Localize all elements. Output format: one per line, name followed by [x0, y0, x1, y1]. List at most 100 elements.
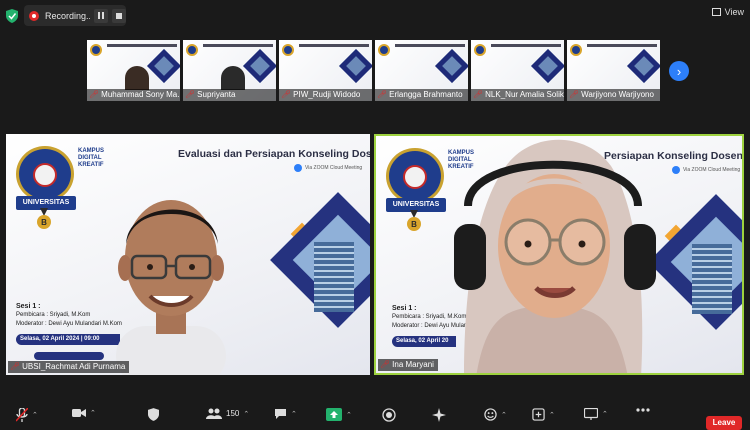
mic-muted-icon: 🎤︎ — [10, 362, 21, 371]
zoom-tag: Via ZOOM Cloud Meeting — [672, 166, 740, 174]
share-screen-button[interactable]: ⌃ — [326, 408, 352, 421]
accreditation-medal-icon: B — [407, 210, 421, 231]
security-button[interactable] — [148, 408, 159, 421]
participant-thumbnail[interactable]: 🎤︎ Muhammad Sony Ma... — [87, 40, 180, 101]
participant-thumbnail-strip: 🎤︎ Muhammad Sony Ma... 🎤︎ Supriyanta 🎤︎ PIW… — [87, 40, 662, 101]
video-tile-active-speaker[interactable]: UNIVERSITAS B KAMPUS DIGITAL KREATIF Per… — [374, 134, 744, 375]
more-button[interactable] — [636, 408, 650, 412]
recording-label: Recording... — [45, 10, 90, 21]
thumbnail-slide-title — [587, 44, 657, 47]
participant-video — [454, 139, 656, 373]
university-logo-icon — [16, 146, 74, 202]
audio-button[interactable]: ⌃ — [16, 408, 38, 422]
university-logo-icon — [386, 148, 444, 204]
top-bar: Recording... View — [0, 0, 750, 32]
participant-thumbnail[interactable]: 🎤︎ NLK_Nur Amalia Solik... — [471, 40, 564, 101]
apps-icon — [532, 408, 545, 421]
participants-count: 150 — [226, 409, 240, 418]
record-icon — [382, 408, 396, 422]
participant-thumbnail[interactable]: 🎤︎ Erlangga Brahmanto — [375, 40, 468, 101]
logo-inner — [33, 163, 57, 187]
chevron-up-icon[interactable]: ⌃ — [243, 410, 249, 418]
mic-muted-icon: 🎤︎ — [377, 90, 388, 99]
participant-name: 🎤︎ Erlangga Brahmanto — [375, 89, 468, 101]
grid-view-icon — [711, 8, 721, 16]
recording-dot-icon — [29, 10, 39, 21]
security-shield-icon[interactable] — [6, 9, 18, 23]
kampus-digital-kreatif-label: KAMPUS DIGITAL KREATIF — [78, 148, 105, 168]
mic-muted-icon: 🎤︎ — [89, 90, 100, 99]
participant-name-label: 🎤︎ UBSI_Rachmat Adi Purnama — [8, 361, 130, 373]
view-label: View — [724, 7, 744, 17]
participant-name: 🎤︎ Supriyanta — [183, 89, 276, 101]
chevron-up-icon[interactable]: ⌃ — [346, 411, 352, 419]
university-logo-icon — [90, 44, 102, 56]
recording-indicator: Recording... — [24, 5, 126, 26]
building-image — [692, 244, 732, 314]
smiley-icon — [484, 408, 497, 421]
building-image — [314, 242, 354, 312]
zoom-logo-icon — [294, 164, 302, 172]
whiteboard-button[interactable]: ⌃ — [584, 408, 608, 420]
social-links-bar — [34, 352, 104, 360]
mic-muted-icon: 🎤︎ — [380, 360, 391, 369]
participant-video — [221, 66, 245, 90]
leave-button[interactable]: Leave — [706, 416, 742, 430]
whiteboard-icon — [584, 408, 598, 420]
chevron-right-icon: › — [676, 63, 682, 79]
university-logo-icon — [474, 44, 486, 56]
university-logo-icon — [570, 44, 582, 56]
svg-text:B: B — [41, 218, 47, 227]
participant-name-label: 🎤︎ Ina Maryani — [378, 359, 438, 371]
stop-recording-button[interactable] — [112, 8, 126, 23]
shield-icon — [148, 408, 159, 421]
thumbnail-slide-title — [107, 44, 177, 47]
university-logo-icon — [186, 44, 198, 56]
participant-thumbnail[interactable]: 🎤︎ PIW_Rudji Widodo — [279, 40, 372, 101]
participant-name: 🎤︎ Muhammad Sony Ma... — [87, 89, 180, 101]
participant-video — [125, 66, 149, 90]
chevron-up-icon[interactable]: ⌃ — [32, 411, 38, 419]
mic-muted-icon: 🎤︎ — [569, 90, 580, 99]
chevron-up-icon[interactable]: ⌃ — [90, 409, 96, 417]
video-tile-left[interactable]: UNIVERSITAS B KAMPUS DIGITAL KREATIF Eva… — [6, 134, 370, 375]
chat-bubble-icon — [275, 409, 286, 419]
chevron-up-icon[interactable]: ⌃ — [602, 410, 608, 418]
logo-inner — [403, 165, 427, 189]
chat-button[interactable]: ⌃ — [274, 408, 297, 420]
thumbnail-slide-title — [491, 44, 561, 47]
thumbnail-slide-title — [203, 44, 273, 47]
pause-icon — [98, 12, 104, 19]
microphone-muted-icon — [16, 408, 28, 422]
ai-companion-button[interactable] — [432, 408, 446, 422]
chevron-up-icon[interactable]: ⌃ — [501, 411, 507, 419]
next-page-button[interactable]: › — [669, 61, 689, 81]
participants-button[interactable]: 150 ⌃ — [206, 408, 249, 419]
participant-thumbnail[interactable]: 🎤︎ Warjiyono Warjiyono — [567, 40, 660, 101]
thumbnail-slide-title — [395, 44, 465, 47]
participants-icon — [206, 408, 222, 419]
participant-thumbnail[interactable]: 🎤︎ Supriyanta — [183, 40, 276, 101]
sparkle-icon — [432, 408, 446, 422]
record-button[interactable] — [382, 408, 396, 422]
apps-button[interactable]: ⌃ — [532, 408, 555, 421]
zoom-tag: Via ZOOM Cloud Meeting — [294, 164, 362, 172]
chevron-up-icon[interactable]: ⌃ — [549, 411, 555, 419]
slide-title: Evaluasi dan Persiapan Konseling Dosen P… — [178, 148, 370, 160]
thumbnail-slide-title — [299, 44, 369, 47]
video-button[interactable]: ⌃ — [72, 408, 96, 418]
more-dots-icon — [636, 408, 650, 412]
accreditation-medal-icon: B — [37, 208, 51, 229]
video-camera-icon — [72, 409, 86, 417]
mic-muted-icon: 🎤︎ — [473, 90, 484, 99]
chevron-up-icon[interactable]: ⌃ — [291, 410, 297, 418]
participant-video — [116, 200, 226, 375]
pause-recording-button[interactable] — [94, 8, 108, 23]
view-button[interactable]: View — [711, 7, 744, 17]
reactions-button[interactable]: ⌃ — [484, 408, 507, 421]
zoom-logo-icon — [672, 166, 680, 174]
university-logo-icon — [282, 44, 294, 56]
mic-muted-icon: 🎤︎ — [281, 90, 292, 99]
participant-name: 🎤︎ Warjiyono Warjiyono — [567, 89, 660, 101]
stop-icon — [116, 12, 122, 19]
